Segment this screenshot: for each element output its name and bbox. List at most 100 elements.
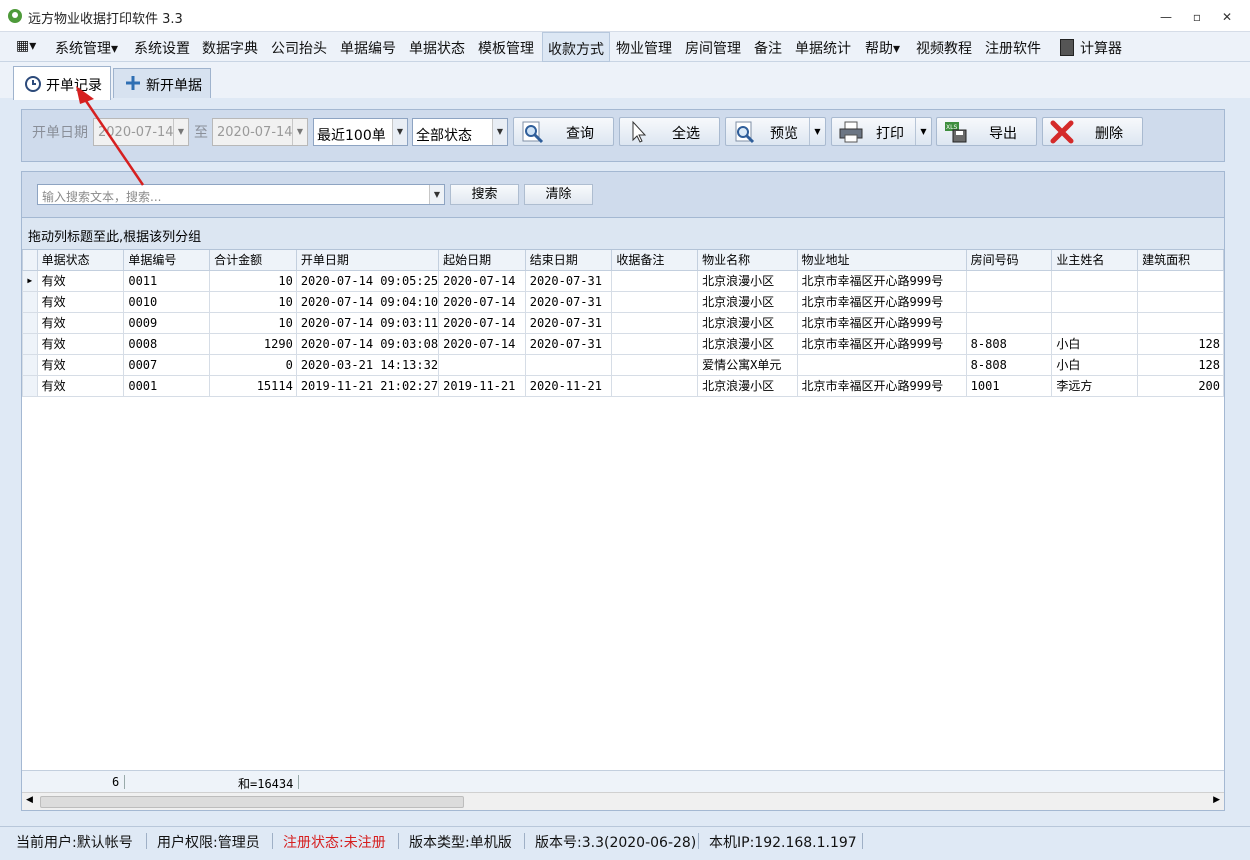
table-cell[interactable]: 2020-07-31 <box>525 291 612 312</box>
table-cell[interactable] <box>612 312 698 333</box>
chevron-down-icon[interactable]: ▼ <box>392 119 407 145</box>
column-header[interactable]: 结束日期 <box>525 250 612 270</box>
table-cell[interactable]: 0009 <box>124 312 210 333</box>
scrollbar-thumb[interactable] <box>40 796 464 808</box>
column-header[interactable]: 单据状态 <box>37 250 124 270</box>
table-cell[interactable]: 0 <box>210 354 297 375</box>
menu-system-settings[interactable]: 系统设置 <box>134 38 190 58</box>
column-header[interactable]: 建筑面积 <box>1138 250 1224 270</box>
row-indicator[interactable] <box>23 354 38 375</box>
tab-records[interactable]: 开单记录 <box>13 66 111 100</box>
table-cell[interactable]: 有效 <box>37 270 124 291</box>
date-to-picker[interactable]: 2020-07-14▼ <box>212 118 308 146</box>
table-cell[interactable]: 小白 <box>1052 354 1138 375</box>
row-indicator[interactable] <box>23 333 38 354</box>
menu-property-manage[interactable]: 物业管理 <box>616 38 672 58</box>
column-header[interactable]: 物业名称 <box>698 250 797 270</box>
table-cell[interactable] <box>612 291 698 312</box>
table-cell[interactable]: 有效 <box>37 354 124 375</box>
table-cell[interactable]: 0001 <box>124 375 210 396</box>
table-cell[interactable]: 0007 <box>124 354 210 375</box>
table-row[interactable]: 有效0010102020-07-14 09:04:102020-07-14202… <box>23 291 1224 312</box>
table-cell[interactable] <box>612 270 698 291</box>
table-cell[interactable]: 1290 <box>210 333 297 354</box>
menu-template-manage[interactable]: 模板管理 <box>478 38 534 58</box>
table-cell[interactable]: 1001 <box>966 375 1052 396</box>
menu-payment-method[interactable]: 收款方式 <box>542 32 610 62</box>
column-header[interactable]: 业主姓名 <box>1052 250 1138 270</box>
scroll-left-icon[interactable]: ◀ <box>26 795 33 805</box>
limit-select[interactable]: 最近100单▼ <box>313 118 408 146</box>
table-cell[interactable]: 2020-07-14 <box>439 270 526 291</box>
table-cell[interactable]: 8-808 <box>966 354 1052 375</box>
table-cell[interactable]: 128 <box>1138 354 1224 375</box>
table-cell[interactable]: 0008 <box>124 333 210 354</box>
table-cell[interactable]: 李远方 <box>1052 375 1138 396</box>
table-cell[interactable]: 北京浪漫小区 <box>698 312 797 333</box>
menu-remarks[interactable]: 备注 <box>754 38 782 58</box>
table-row[interactable]: 有效000702020-03-21 14:13:32爱情公寓X单元8-808小白… <box>23 354 1224 375</box>
menu-room-manage[interactable]: 房间管理 <box>685 38 741 58</box>
maximize-icon[interactable]: ▫ <box>1188 9 1206 25</box>
status-select[interactable]: 全部状态▼ <box>412 118 508 146</box>
close-icon[interactable]: ✕ <box>1218 9 1236 25</box>
date-from-picker[interactable]: 2020-07-14▼ <box>93 118 189 146</box>
table-cell[interactable]: 有效 <box>37 312 124 333</box>
table-cell[interactable]: 2020-07-14 09:03:11 <box>296 312 438 333</box>
table-cell[interactable] <box>966 312 1052 333</box>
table-cell[interactable]: 2019-11-21 <box>439 375 526 396</box>
table-cell[interactable]: 10 <box>210 291 297 312</box>
search-input[interactable]: 输入搜索文本，搜索...▼ <box>37 184 445 205</box>
query-button[interactable]: 查询 <box>513 117 614 146</box>
scroll-right-icon[interactable]: ▶ <box>1213 795 1220 805</box>
row-indicator[interactable] <box>23 312 38 333</box>
table-cell[interactable]: 2020-07-14 09:03:08 <box>296 333 438 354</box>
table-cell[interactable]: 北京浪漫小区 <box>698 375 797 396</box>
table-cell[interactable]: 8-808 <box>966 333 1052 354</box>
table-cell[interactable]: 北京浪漫小区 <box>698 291 797 312</box>
table-cell[interactable]: 2020-07-14 <box>439 291 526 312</box>
table-cell[interactable] <box>966 291 1052 312</box>
chevron-down-icon[interactable]: ▼ <box>809 118 825 145</box>
clear-button[interactable]: 清除 <box>524 184 593 205</box>
row-indicator[interactable] <box>23 375 38 396</box>
menu-receipt-number[interactable]: 单据编号 <box>340 38 396 58</box>
delete-button[interactable]: 删除 <box>1042 117 1143 146</box>
search-button[interactable]: 搜索 <box>450 184 519 205</box>
table-cell[interactable]: 2020-07-14 <box>439 312 526 333</box>
column-header[interactable]: 开单日期 <box>296 250 438 270</box>
table-cell[interactable] <box>525 354 612 375</box>
table-cell[interactable] <box>1052 312 1138 333</box>
table-cell[interactable]: 北京市幸福区开心路999号 <box>797 333 966 354</box>
table-cell[interactable]: 0011 <box>124 270 210 291</box>
chevron-down-icon[interactable]: ▼ <box>915 118 931 145</box>
column-header[interactable]: 收据备注 <box>612 250 698 270</box>
table-row[interactable]: 有效0009102020-07-14 09:03:112020-07-14202… <box>23 312 1224 333</box>
table-cell[interactable] <box>966 270 1052 291</box>
table-cell[interactable] <box>612 375 698 396</box>
menu-help[interactable]: 帮助▾ <box>865 38 900 58</box>
table-cell[interactable] <box>1052 291 1138 312</box>
table-cell[interactable]: 北京市幸福区开心路999号 <box>797 291 966 312</box>
menu-register[interactable]: 注册软件 <box>985 38 1041 58</box>
table-cell[interactable]: 2020-03-21 14:13:32 <box>296 354 438 375</box>
table-cell[interactable]: 北京市幸福区开心路999号 <box>797 270 966 291</box>
column-header[interactable]: 单据编号 <box>124 250 210 270</box>
menu-company-header[interactable]: 公司抬头 <box>271 38 327 58</box>
print-button[interactable]: 打印 ▼ <box>831 117 932 146</box>
table-cell[interactable]: 北京市幸福区开心路999号 <box>797 312 966 333</box>
chevron-down-icon[interactable]: ▼ <box>173 119 188 145</box>
table-cell[interactable] <box>1138 291 1224 312</box>
table-cell[interactable]: 2020-07-14 09:04:10 <box>296 291 438 312</box>
tab-new-receipt[interactable]: 新开单据 <box>113 68 211 98</box>
table-row[interactable]: 有效0001151142019-11-21 21:02:272019-11-21… <box>23 375 1224 396</box>
table-cell[interactable]: 2019-11-21 21:02:27 <box>296 375 438 396</box>
table-cell[interactable]: 2020-07-31 <box>525 333 612 354</box>
menu-video-tutorial[interactable]: 视频教程 <box>916 38 972 58</box>
horizontal-scrollbar[interactable]: ◀ ▶ <box>22 792 1224 810</box>
table-cell[interactable]: 有效 <box>37 375 124 396</box>
table-cell[interactable] <box>439 354 526 375</box>
table-cell[interactable]: 小白 <box>1052 333 1138 354</box>
table-cell[interactable]: 0010 <box>124 291 210 312</box>
table-cell[interactable]: 128 <box>1138 333 1224 354</box>
